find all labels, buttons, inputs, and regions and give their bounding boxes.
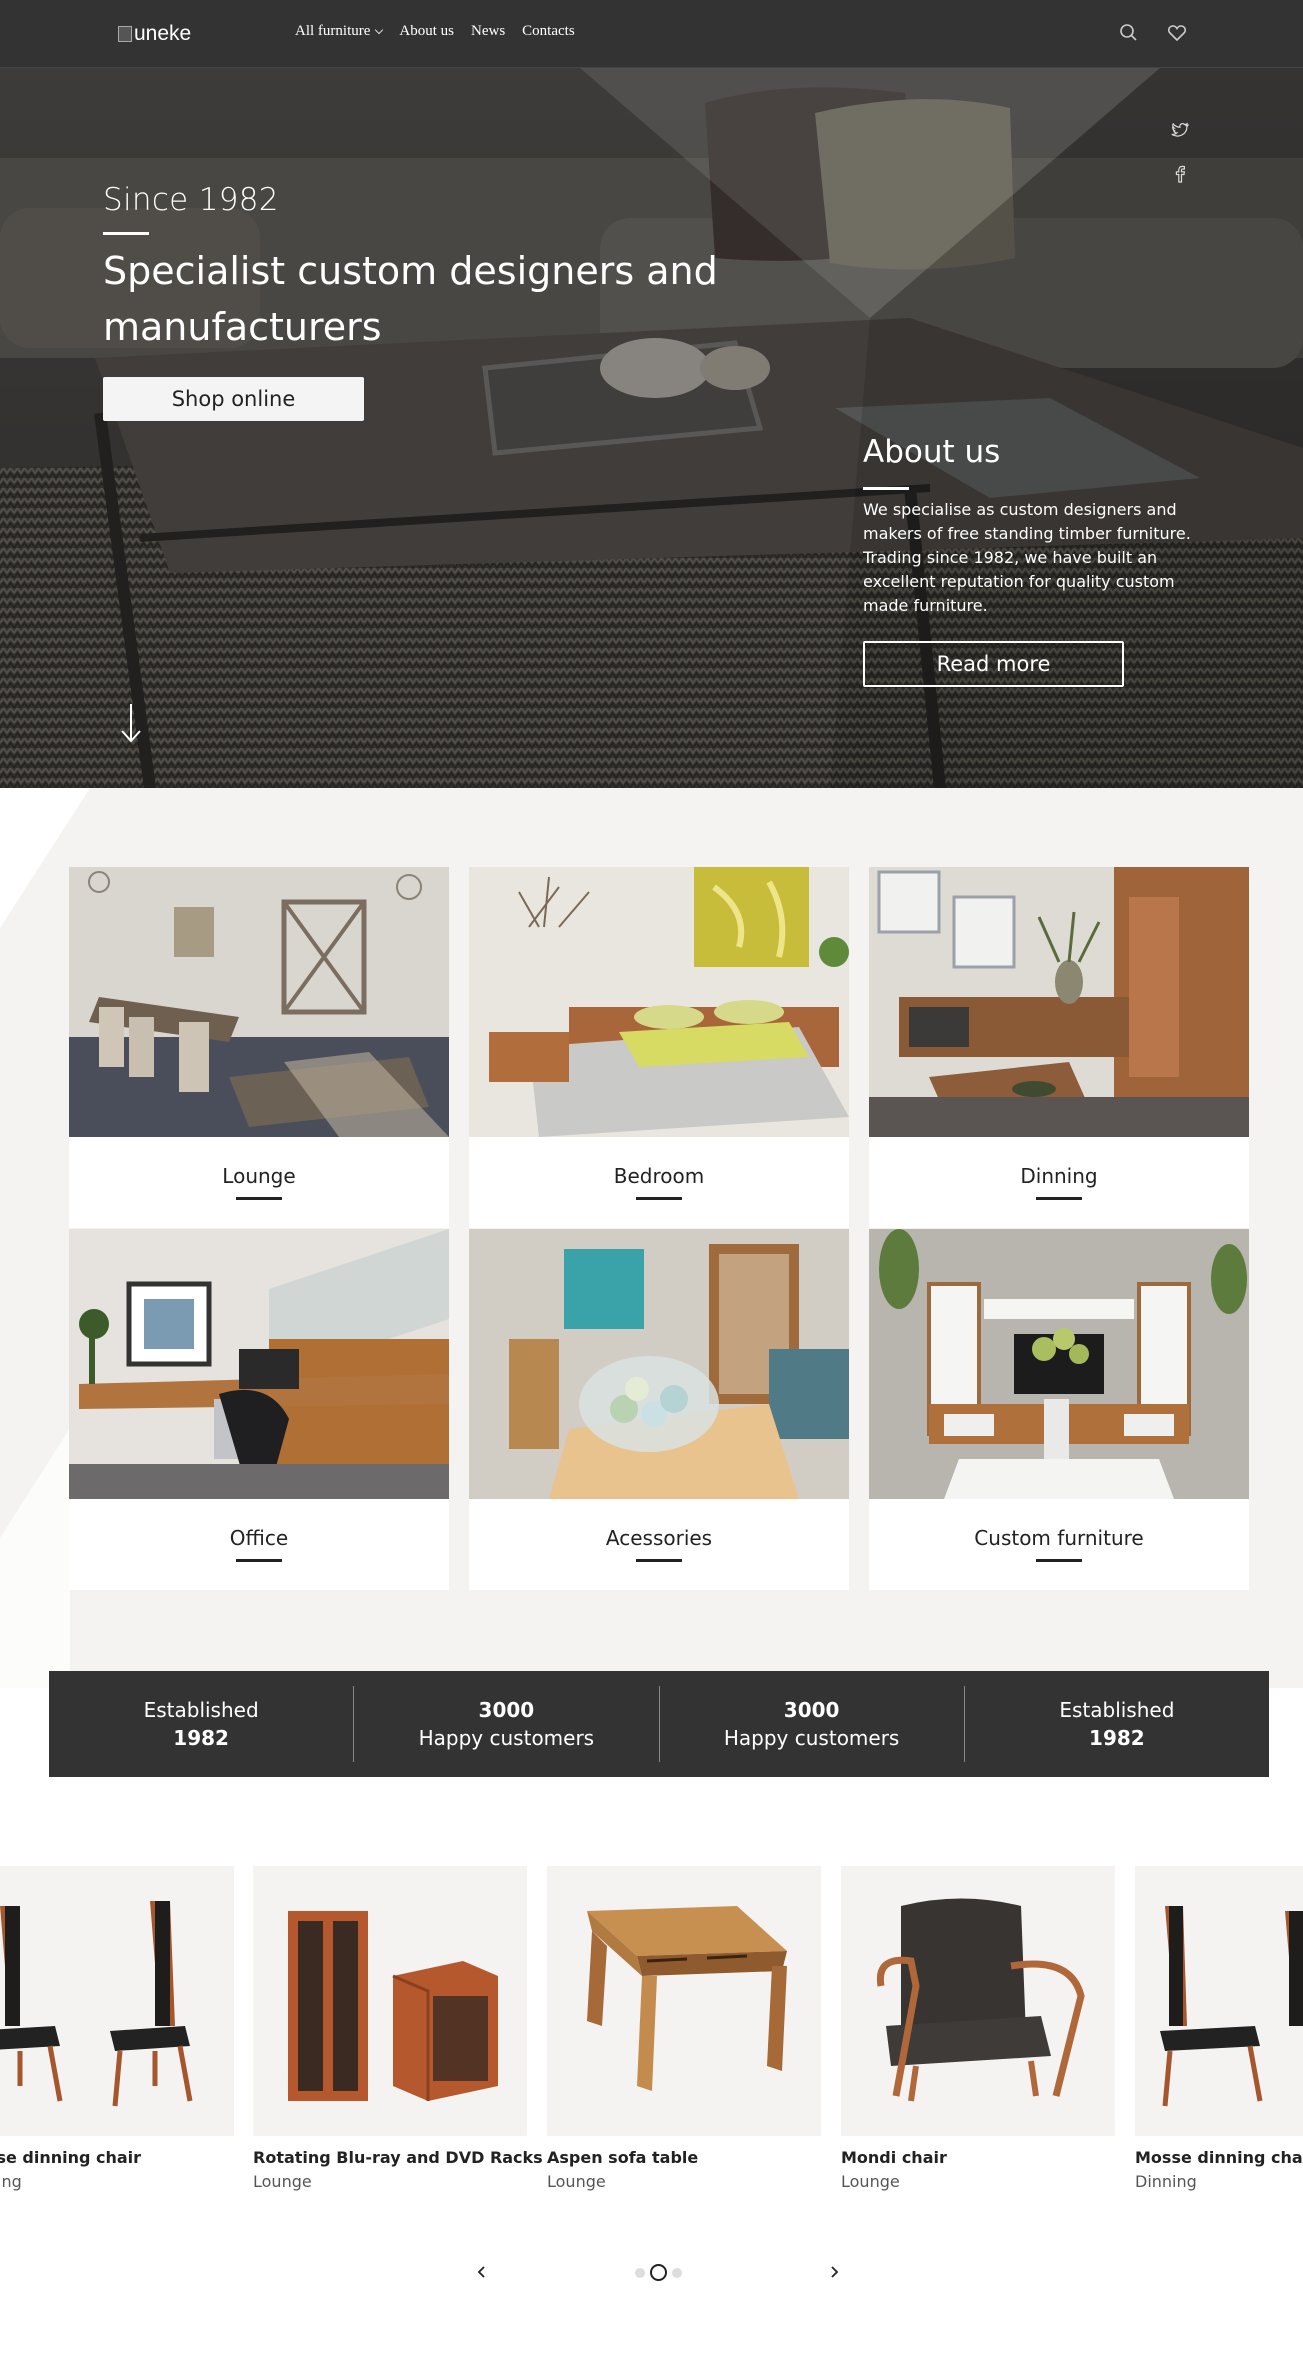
stat-item: Established 1982 (965, 1686, 1269, 1762)
product-image (1135, 1866, 1303, 2136)
about-divider (863, 487, 909, 490)
product-category: Lounge (253, 2172, 312, 2191)
top-navigation-bar: uneke All furniture About us News Contac… (0, 0, 1303, 68)
hero-divider (103, 232, 149, 235)
category-card-dinning[interactable]: Dinning (869, 867, 1249, 1228)
stat-label: Established (1059, 1698, 1175, 1722)
broken-image-icon (118, 26, 132, 42)
product-card[interactable]: Mondi chair Lounge (841, 1866, 1115, 2191)
category-underline (636, 1197, 682, 1200)
category-card-office[interactable]: Office (69, 1229, 449, 1590)
product-carousel: Mosse dinning chair Dinning Rotating Blu… (0, 1866, 1303, 2196)
logo-text: uneke (134, 22, 192, 45)
category-label: Office (229, 1526, 289, 1550)
product-image (841, 1866, 1115, 2136)
category-underline (236, 1197, 282, 1200)
category-underline (636, 1559, 682, 1562)
product-image (0, 1866, 234, 2136)
category-underline (1036, 1559, 1082, 1562)
carousel-dot-active[interactable] (650, 2264, 667, 2281)
lounge-photo (69, 867, 449, 1137)
category-card-acessories[interactable]: Acessories (469, 1229, 849, 1590)
about-title: About us (863, 434, 1001, 470)
product-image (547, 1866, 821, 2136)
custom-furniture-photo (869, 1229, 1249, 1499)
stat-value: 1982 (173, 1726, 229, 1750)
shop-online-button[interactable]: Shop online (103, 377, 364, 421)
category-label: Acessories (605, 1526, 713, 1550)
category-label: Lounge (222, 1164, 296, 1188)
stat-value: 1982 (1089, 1726, 1145, 1750)
hero-since: Since 1982 (103, 182, 279, 218)
hero-title: Specialist custom designers and manufact… (103, 249, 718, 349)
product-category: Dinning (1135, 2172, 1197, 2191)
carousel-dot[interactable] (635, 2268, 645, 2278)
read-more-button[interactable]: Read more (863, 641, 1124, 687)
chevron-left-icon[interactable] (472, 2262, 492, 2282)
heart-icon[interactable] (1166, 22, 1188, 44)
product-image (253, 1866, 527, 2136)
product-category: Lounge (841, 2172, 900, 2191)
chevron-right-icon[interactable] (824, 2262, 844, 2282)
product-category: Lounge (547, 2172, 606, 2191)
product-name: Rotating Blu-ray and DVD Racks (253, 2148, 543, 2167)
nav-label: All furniture (295, 23, 371, 39)
stat-label: Happy customers (418, 1726, 595, 1750)
categories-section: Lounge Bedroom Dinning Office Acessories… (0, 788, 1303, 1688)
acessories-photo (469, 1229, 849, 1499)
nav-news[interactable]: News (471, 23, 505, 40)
carousel-pager (0, 2262, 1303, 2282)
facebook-icon[interactable] (1168, 162, 1192, 186)
category-underline (1036, 1197, 1082, 1200)
product-card[interactable]: Mosse dinning chair Dinning (0, 1866, 234, 2191)
arrow-down-icon[interactable] (118, 702, 144, 744)
product-name: Mosse dinning chair (0, 2148, 142, 2167)
category-underline (236, 1559, 282, 1562)
product-card[interactable]: Rotating Blu-ray and DVD Racks Lounge (253, 1866, 543, 2191)
stat-value: 3000 (478, 1698, 535, 1722)
stat-label: Happy customers (723, 1726, 900, 1750)
office-photo (69, 1229, 449, 1499)
main-nav: All furniture About us News Contacts (295, 23, 575, 40)
product-name: Aspen sofa table (547, 2148, 699, 2167)
stats-bar: Established 1982 3000 Happy customers 30… (49, 1671, 1269, 1777)
stat-label: Established (143, 1698, 259, 1722)
category-label: Custom furniture (974, 1526, 1144, 1550)
about-text: We specialise as custom designers and ma… (863, 500, 1191, 615)
product-card[interactable]: Aspen sofa table Lounge (547, 1866, 821, 2191)
stat-value: 3000 (783, 1698, 840, 1722)
logo[interactable]: uneke (118, 20, 191, 48)
category-card-bedroom[interactable]: Bedroom (469, 867, 849, 1228)
carousel-dot[interactable] (672, 2268, 682, 2278)
product-category: Dinning (0, 2172, 22, 2191)
hero-section: Since 1982 Specialist custom designers a… (0, 68, 1303, 788)
product-name: Mondi chair (841, 2148, 947, 2167)
product-name: Mosse dinning chair (1135, 2148, 1303, 2167)
product-card[interactable]: Mosse dinning chair Dinning (1135, 1866, 1303, 2191)
category-card-custom-furniture[interactable]: Custom furniture (869, 1229, 1249, 1590)
category-label: Dinning (1020, 1164, 1098, 1188)
search-icon[interactable] (1118, 22, 1140, 44)
stat-item: 3000 Happy customers (660, 1686, 965, 1762)
chevron-down-icon (375, 25, 384, 35)
category-card-lounge[interactable]: Lounge (69, 867, 449, 1228)
stat-item: Established 1982 (49, 1686, 355, 1762)
nav-about-us[interactable]: About us (399, 23, 454, 40)
dinning-photo (869, 867, 1249, 1137)
nav-contacts[interactable]: Contacts (522, 23, 575, 40)
nav-all-furniture[interactable]: All furniture (295, 23, 384, 40)
bedroom-photo (469, 867, 849, 1137)
stat-item: 3000 Happy customers (354, 1686, 660, 1762)
category-label: Bedroom (613, 1164, 705, 1188)
twitter-icon[interactable] (1168, 118, 1192, 142)
